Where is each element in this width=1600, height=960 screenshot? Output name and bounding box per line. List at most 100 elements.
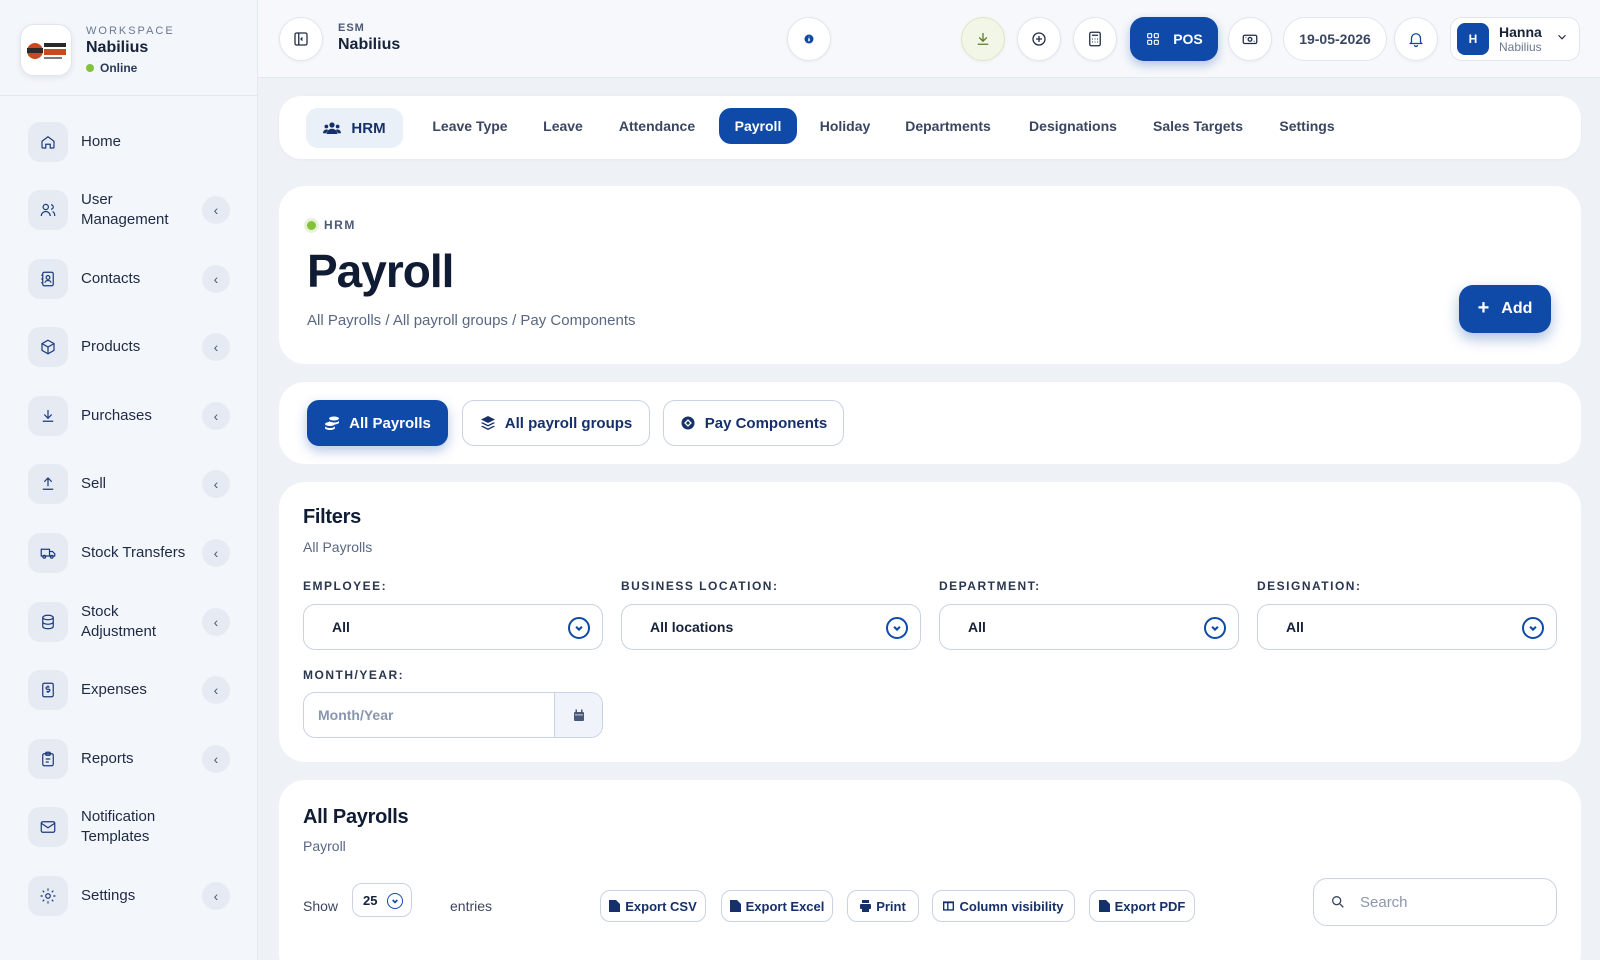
- sidebar-item-sell[interactable]: Sell ‹: [28, 464, 230, 504]
- chevron-left-icon[interactable]: ‹: [202, 265, 230, 293]
- workspace-logo: [20, 24, 72, 76]
- grid-icon: [1147, 33, 1160, 45]
- export-pdf-label: Export PDF: [1114, 898, 1186, 914]
- tab-designations[interactable]: Designations: [1023, 108, 1123, 144]
- date-display[interactable]: 19-05-2026: [1283, 17, 1387, 61]
- tab-all-payrolls[interactable]: All Payrolls: [307, 400, 448, 446]
- print-button[interactable]: Print: [847, 890, 919, 922]
- search-input[interactable]: [1360, 893, 1540, 911]
- cash-register-button[interactable]: [1228, 17, 1272, 61]
- table-title: All Payrolls: [303, 806, 409, 828]
- tab-leave[interactable]: Leave: [536, 108, 590, 144]
- page-sublinks: All Payrolls / All payroll groups / Pay …: [307, 312, 636, 329]
- receipt-icon: [28, 670, 68, 710]
- employee-value: All: [332, 619, 350, 635]
- tab-all-payroll-groups[interactable]: All payroll groups: [462, 400, 650, 446]
- table-subtitle: Payroll: [303, 838, 346, 854]
- employee-label: EMPLOYEE:: [303, 579, 388, 593]
- tab-attendance[interactable]: Attendance: [614, 108, 700, 144]
- pos-button[interactable]: POS: [1130, 17, 1218, 61]
- tab-sales-targets[interactable]: Sales Targets: [1147, 108, 1249, 144]
- chevron-left-icon[interactable]: ‹: [202, 539, 230, 567]
- sidebar-item-label: Products: [81, 338, 141, 355]
- tab-leave-type[interactable]: Leave Type: [429, 108, 511, 144]
- sidebar-toggle-button[interactable]: [279, 17, 323, 61]
- search-box: [1313, 878, 1557, 926]
- file-csv-icon: [609, 900, 621, 912]
- tab-settings[interactable]: Settings: [1272, 108, 1342, 144]
- entries-value: 25: [363, 892, 378, 908]
- mail-icon: [28, 807, 68, 847]
- clipboard-icon: [28, 739, 68, 779]
- export-excel-button[interactable]: Export Excel: [721, 890, 833, 922]
- entries-select[interactable]: 25: [352, 883, 412, 917]
- sidebar-item-notification-templates[interactable]: Notification Templates: [28, 807, 230, 847]
- chevron-left-icon[interactable]: ‹: [202, 882, 230, 910]
- sidebar-item-label: Settings: [81, 887, 136, 904]
- tab-label: Pay Components: [704, 414, 828, 432]
- chevron-left-icon[interactable]: ‹: [202, 745, 230, 773]
- info-button[interactable]: [787, 17, 831, 61]
- tab-label: All Payrolls: [349, 414, 431, 432]
- sidebar-item-stock-adjustment[interactable]: Stock Adjustment ‹: [28, 602, 230, 642]
- plus-circle-icon: [1032, 32, 1046, 46]
- sidebar-item-reports[interactable]: Reports ‹: [28, 739, 230, 779]
- online-dot: [86, 64, 94, 72]
- chevron-left-icon[interactable]: ‹: [202, 676, 230, 704]
- sidebar-item-settings[interactable]: Settings ‹: [28, 876, 230, 916]
- business-location-value: All locations: [650, 619, 734, 635]
- sidebar-item-products[interactable]: Products ‹: [28, 327, 230, 367]
- employee-select[interactable]: All: [303, 604, 603, 650]
- column-visibility-button[interactable]: Column visibility: [932, 890, 1075, 922]
- add-circle-button[interactable]: [1017, 17, 1061, 61]
- department-select[interactable]: All: [939, 604, 1239, 650]
- workspace-switcher[interactable]: WORKSPACE Nabilius Online: [20, 22, 245, 78]
- chevron-left-icon[interactable]: ‹: [202, 402, 230, 430]
- filters-title: Filters: [303, 506, 361, 528]
- user-menu[interactable]: H Hanna Nabilius: [1450, 17, 1580, 61]
- layers-icon: [480, 416, 495, 430]
- sidebar-item-contacts[interactable]: Contacts ‹: [28, 259, 230, 299]
- box-icon: [28, 327, 68, 367]
- sidebar-item-expenses[interactable]: Expenses ‹: [28, 670, 230, 710]
- chevron-left-icon[interactable]: ‹: [202, 196, 230, 224]
- sidebar-item-label: Home: [81, 133, 122, 150]
- download-button[interactable]: [961, 17, 1005, 61]
- tab-payroll[interactable]: Payroll: [719, 108, 797, 144]
- business-location-select[interactable]: All locations: [621, 604, 921, 650]
- calendar-button[interactable]: [554, 693, 602, 737]
- chevron-down-icon: [1204, 617, 1226, 639]
- money-icon: [1242, 34, 1258, 45]
- export-csv-button[interactable]: Export CSV: [600, 890, 706, 922]
- coins-icon: [325, 416, 340, 430]
- filters-card: Filters All Payrolls EMPLOYEE: All BUSIN…: [279, 482, 1581, 762]
- export-csv-label: Export CSV: [625, 898, 697, 914]
- add-button[interactable]: + Add: [1459, 285, 1551, 333]
- calculator-button[interactable]: [1073, 17, 1117, 61]
- sidebar-item-user-management[interactable]: User Management ‹: [28, 190, 230, 230]
- tab-pay-components[interactable]: Pay Components: [663, 400, 844, 446]
- chevron-left-icon[interactable]: ‹: [202, 608, 230, 636]
- department-value: All: [968, 619, 986, 635]
- chevron-left-icon[interactable]: ‹: [202, 333, 230, 361]
- sidebar-item-home[interactable]: Home: [28, 122, 230, 162]
- designation-select[interactable]: All: [1257, 604, 1557, 650]
- top-bar: ESM Nabilius POS 19-05-2026 H Hanna Nabi…: [258, 0, 1600, 78]
- module-badge-hrm[interactable]: HRM: [306, 108, 403, 148]
- avatar: H: [1457, 23, 1489, 55]
- info-icon: [804, 34, 814, 44]
- users-icon: [28, 190, 68, 230]
- export-pdf-button[interactable]: Export PDF: [1089, 890, 1195, 922]
- sidebar-item-stock-transfers[interactable]: Stock Transfers ‹: [28, 533, 230, 573]
- app-name: Nabilius: [338, 36, 401, 53]
- app-title: ESM Nabilius: [338, 22, 400, 54]
- download-icon: [28, 396, 68, 436]
- tab-departments[interactable]: Departments: [899, 108, 997, 144]
- month-year-input[interactable]: [304, 693, 554, 737]
- chevron-left-icon[interactable]: ‹: [202, 470, 230, 498]
- truck-icon: [28, 533, 68, 573]
- notifications-button[interactable]: [1394, 17, 1438, 61]
- sidebar-item-purchases[interactable]: Purchases ‹: [28, 396, 230, 436]
- tab-label: All payroll groups: [504, 414, 633, 432]
- tab-holiday[interactable]: Holiday: [812, 108, 878, 144]
